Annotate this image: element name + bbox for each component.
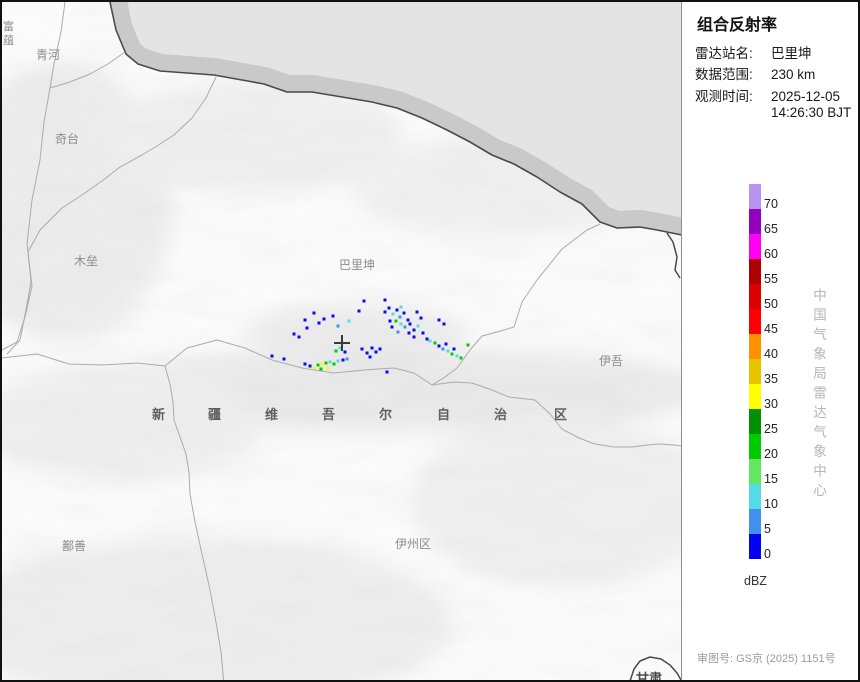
province-label-char: 自 (437, 407, 450, 422)
legend-tick-label: 45 (764, 322, 778, 336)
legend-swatch-20 (749, 434, 761, 459)
legend-tick-label: 40 (764, 347, 778, 361)
province-label-char: 区 (554, 407, 567, 422)
place-label: 奇台 (55, 131, 79, 146)
legend-tick-label: 65 (764, 222, 778, 236)
legend-tick-label: 35 (764, 372, 778, 386)
field-range-value: 230 km (771, 67, 816, 82)
place-label-vertical: 富 (3, 19, 14, 33)
field-station-label: 雷达站名: (695, 46, 753, 61)
legend-tick-label: 5 (764, 522, 771, 536)
legend-tick-label: 0 (764, 547, 771, 561)
place-label: 鄯善 (62, 538, 86, 553)
info-panel: 组合反射率 雷达站名: 巴里坤 数据范围: 230 km 观测时间: 2025-12-… (681, 2, 858, 680)
legend-swatch-45 (749, 309, 761, 334)
province-label-char: 维 (265, 407, 278, 422)
legend-swatch-0 (749, 534, 761, 559)
legend-swatch-25 (749, 409, 761, 434)
radar-map-canvas: 青河奇台木垒 巴里坤伊吾鄯善 伊州区 富蕴新 疆 维 吾 尔 自 治 区甘肃 (2, 2, 681, 680)
legend-swatch-10 (749, 484, 761, 509)
legend-swatch-15 (749, 459, 761, 484)
legend-tick-label: 30 (764, 397, 778, 411)
field-range-label: 数据范围: (695, 67, 753, 82)
legend-swatch-5 (749, 509, 761, 534)
field-station-value: 巴里坤 (771, 46, 812, 61)
field-obstime-label: 观测时间: (695, 89, 753, 104)
field-obstime-clock: 14:26:30 BJT (771, 105, 852, 120)
legend-tick-label: 50 (764, 297, 778, 311)
legend-swatch-55 (749, 259, 761, 284)
field-range: 数据范围: 230 km (695, 63, 815, 83)
legend-swatch-30 (749, 384, 761, 409)
legend-tick-label: 55 (764, 272, 778, 286)
legend-tick-label: 20 (764, 447, 778, 461)
legend-tick-label: 60 (764, 247, 778, 261)
field-obstime-cont: 14:26:30 BJT (695, 105, 851, 120)
legend-unit-label: dBZ (744, 574, 767, 588)
valley-flat-area (245, 305, 469, 361)
province-label-char: 治 (494, 407, 507, 422)
place-label: 木垒 (74, 254, 98, 268)
province-label-char: 新 (152, 407, 165, 422)
province-label-char: 尔 (379, 407, 392, 422)
radar-map-area: 青河奇台木垒 巴里坤伊吾鄯善 伊州区 富蕴新 疆 维 吾 尔 自 治 区甘肃 (2, 2, 681, 680)
legend-swatch-50 (749, 284, 761, 309)
place-label: 青河 (36, 48, 60, 62)
legend-swatch-35 (749, 359, 761, 384)
legend-swatch-40 (749, 334, 761, 359)
place-label: 伊州区 (395, 537, 431, 551)
field-obstime: 观测时间: 2025-12-05 (695, 85, 840, 105)
province-label-char: 吾 (322, 407, 335, 422)
neighbor-province-label: 甘肃 (636, 671, 662, 680)
legend-swatch-60 (749, 234, 761, 259)
legend-swatch-70 (749, 184, 761, 209)
legend-tick-label: 15 (764, 472, 778, 486)
legend-swatch-65 (749, 209, 761, 234)
province-label-char: 疆 (208, 407, 221, 422)
field-obstime-date: 2025-12-05 (771, 89, 841, 104)
map-approval-number: 审图号: GS京 (2025) 1151号 (697, 653, 836, 665)
place-label: 巴里坤 (339, 257, 375, 272)
product-title: 组合反射率 (697, 17, 778, 34)
legend-tick-label: 10 (764, 497, 778, 511)
place-label: 伊吾 (599, 354, 623, 368)
legend-tick-label: 25 (764, 422, 778, 436)
legend-tick-label: 70 (764, 197, 778, 211)
field-station: 雷达站名: 巴里坤 (695, 42, 812, 62)
radar-product-window: 青河奇台木垒 巴里坤伊吾鄯善 伊州区 富蕴新 疆 维 吾 尔 自 治 区甘肃 组合反射率 雷达站名:… (0, 0, 860, 682)
place-label-vertical: 蕴 (3, 34, 14, 47)
agency-watermark: 中国气象局雷达气象中心 (811, 288, 826, 503)
